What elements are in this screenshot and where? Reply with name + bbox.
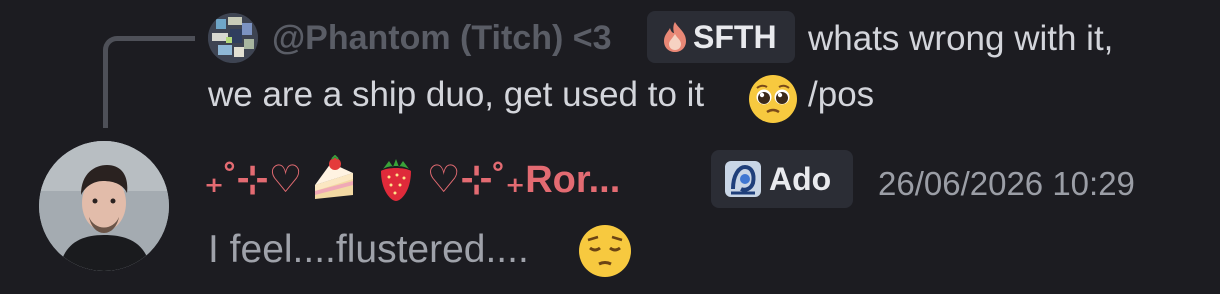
server-tag[interactable]: Ado: [711, 150, 853, 208]
flame-icon: [657, 17, 693, 57]
username[interactable]: ₊˚⊹♡ ♡⊹˚₊Ror...: [204, 150, 620, 210]
ado-icon: [721, 157, 765, 201]
reply-tag-label: SFTH: [693, 19, 777, 55]
reply-connector-line: [103, 36, 195, 128]
shortcake-emoji: [309, 155, 359, 205]
reply-text-line2[interactable]: we are a ship duo, get used to it: [208, 73, 704, 117]
avatar[interactable]: [39, 141, 169, 271]
reply-server-tag[interactable]: SFTH: [647, 11, 795, 63]
timestamp[interactable]: 26/06/2026 10:29: [878, 162, 1135, 206]
reply-text-line1[interactable]: whats wrong with it,: [808, 17, 1113, 61]
reply-author-name[interactable]: @Phantom (Titch) <3: [272, 16, 612, 60]
server-tag-label: Ado: [769, 161, 832, 197]
avatar-image: [39, 141, 169, 271]
username-suffix: ♡⊹˚₊Ror...: [426, 159, 621, 201]
reply-avatar-image: [208, 13, 258, 63]
pensive-face-emoji: [576, 222, 634, 280]
reply-avatar[interactable]: [208, 13, 258, 63]
message-text[interactable]: I feel....flustered....: [208, 226, 529, 274]
username-prefix: ₊˚⊹♡: [204, 159, 303, 201]
pleading-face-emoji: [746, 72, 800, 126]
strawberry-emoji: [371, 155, 421, 205]
reply-text-suffix[interactable]: /pos: [808, 73, 874, 117]
